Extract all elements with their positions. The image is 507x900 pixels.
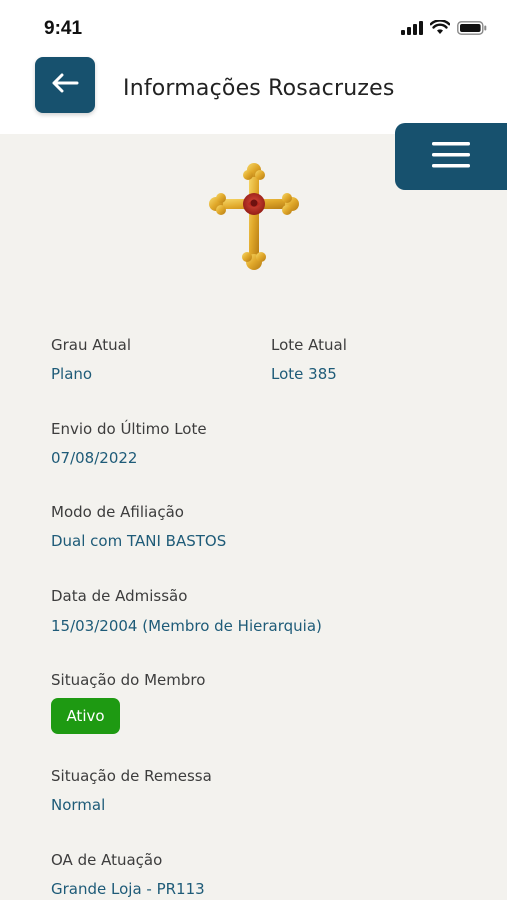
oa-atuacao-label: OA de Atuação [51, 851, 163, 869]
battery-icon [457, 20, 487, 39]
situacao-remessa-label: Situação de Remessa [51, 767, 212, 785]
data-admissao-label: Data de Admissão [51, 587, 188, 605]
back-button[interactable] [35, 57, 95, 113]
status-bar: 9:41 [0, 0, 507, 56]
lote-atual-value: Lote 385 [271, 365, 337, 383]
hamburger-menu-icon [432, 140, 470, 174]
grau-atual-label: Grau Atual [51, 336, 132, 354]
modo-afiliacao-value: Dual com TANI BASTOS [51, 532, 227, 550]
status-time: 9:41 [44, 18, 83, 39]
arrow-left-icon [51, 73, 79, 97]
oa-atuacao-value: Grande Loja - PR113 [51, 880, 205, 898]
status-badge: Ativo [51, 698, 120, 734]
page-title: Informações Rosacruzes [123, 76, 395, 101]
grau-atual-value: Plano [51, 365, 93, 383]
rosy-cross-icon [208, 160, 300, 272]
modo-afiliacao-label: Modo de Afiliação [51, 503, 184, 521]
wifi-icon [429, 19, 451, 39]
lote-atual-label: Lote Atual [271, 336, 347, 354]
envio-ultimo-lote-label: Envio do Último Lote [51, 420, 207, 438]
menu-button[interactable] [395, 123, 507, 190]
signal-icon [401, 20, 423, 39]
situacao-remessa-value: Normal [51, 796, 106, 814]
status-icons [401, 19, 487, 39]
envio-ultimo-lote-value: 07/08/2022 [51, 449, 138, 467]
situacao-membro-label: Situação do Membro [51, 671, 206, 689]
data-admissao-value: 15/03/2004 (Membro de Hierarquia) [51, 617, 322, 635]
